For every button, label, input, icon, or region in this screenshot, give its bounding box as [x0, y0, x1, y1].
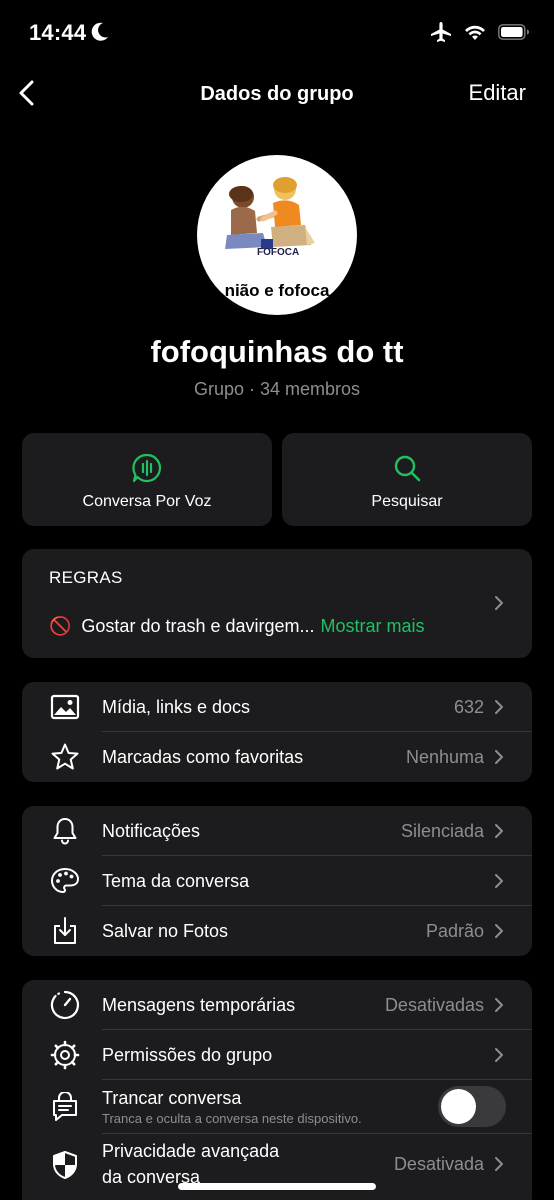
battery-icon: [498, 24, 529, 40]
row-label: Salvar no Fotos: [102, 921, 229, 941]
row-value: Silenciada: [400, 821, 484, 841]
row-label: Mensagens temporárias: [102, 995, 296, 1015]
row-notifications[interactable]: Notificações Silenciada: [22, 806, 532, 856]
wifi-icon: [465, 25, 485, 40]
row-value: 632: [453, 697, 484, 717]
lock-chat-toggle[interactable]: [438, 1086, 506, 1127]
chevron-right-icon: [495, 1157, 503, 1171]
row-starred[interactable]: Marcadas como favoritas Nenhuma: [22, 732, 532, 782]
row-media-links-docs[interactable]: Mídia, links e docs 632: [22, 682, 532, 732]
gear-icon: [50, 1040, 80, 1070]
privacy-section: Mensagens temporárias Desativadas Permis…: [22, 980, 532, 1200]
row-label-line1: Privacidade avançada: [102, 1141, 280, 1161]
star-icon: [51, 743, 79, 770]
row-label: Marcadas como favoritas: [102, 747, 304, 767]
row-lock-chat: Trancar conversa Tranca e oculta a conve…: [22, 1080, 532, 1134]
group-avatar[interactable]: FOFOCA nião e fofoca: [197, 155, 357, 315]
status-time: 14:44: [29, 20, 87, 45]
image-icon: [50, 694, 80, 720]
show-more-link[interactable]: Mostrar mais: [321, 616, 425, 637]
row-value: Nenhuma: [405, 747, 484, 767]
chevron-right-icon: [495, 750, 503, 764]
toggle-knob: [441, 1089, 476, 1124]
edit-button[interactable]: Editar: [469, 80, 526, 106]
rules-text: Gostar do trash e davirgem...: [81, 616, 315, 636]
row-chat-theme[interactable]: Tema da conversa: [22, 856, 532, 906]
search-button[interactable]: Pesquisar: [282, 433, 532, 526]
row-save-to-photos[interactable]: Salvar no Fotos Padrão: [22, 906, 532, 956]
chevron-right-icon: [495, 824, 503, 838]
rules-card[interactable]: REGRAS 🚫 Gostar do trash e davirgem... M…: [22, 549, 532, 658]
status-bar: 14:44: [0, 0, 554, 66]
chevron-right-icon: [495, 998, 503, 1012]
bell-icon: [53, 818, 77, 845]
palette-icon: [50, 867, 80, 894]
rules-line: 🚫 Gostar do trash e davirgem... Mostrar …: [49, 616, 425, 637]
avatar-caption: nião e fofoca: [224, 281, 330, 300]
timer-icon: [50, 990, 80, 1020]
voice-chat-button[interactable]: Conversa Por Voz: [22, 433, 272, 526]
row-label: Mídia, links e docs: [102, 697, 251, 717]
chevron-right-icon: [495, 924, 503, 938]
row-label: Notificações: [102, 821, 201, 841]
home-indicator[interactable]: [178, 1183, 376, 1190]
row-sublabel: Tranca e oculta a conversa neste disposi…: [102, 1111, 362, 1126]
chevron-right-icon: [495, 596, 503, 610]
lock-chat-icon: [53, 1092, 77, 1121]
media-section: Mídia, links e docs 632 Marcadas como fa…: [22, 682, 532, 782]
avatar-text-small: FOFOCA: [257, 247, 300, 258]
settings-section: Notificações Silenciada Tema da conversa…: [22, 806, 532, 956]
shield-icon: [53, 1151, 77, 1179]
row-value: Desativada: [393, 1154, 484, 1174]
group-name: fofoquinhas do tt: [150, 334, 404, 369]
download-icon: [54, 917, 76, 944]
moon-icon: [91, 22, 108, 41]
row-label: Trancar conversa: [102, 1088, 242, 1108]
voice-chat-icon: [132, 453, 161, 483]
airplane-icon: [431, 22, 451, 42]
chevron-right-icon: [495, 874, 503, 888]
prohibited-icon: 🚫: [49, 616, 72, 636]
status-icons: [430, 21, 530, 43]
row-label: Tema da conversa: [102, 871, 250, 891]
divider: [102, 1133, 532, 1134]
row-value: Desativadas: [384, 995, 484, 1015]
row-label: Permissões do grupo: [102, 1045, 273, 1065]
search-icon: [394, 455, 421, 482]
chevron-right-icon: [495, 700, 503, 714]
voice-chat-label: Conversa Por Voz: [82, 493, 212, 510]
row-disappearing-messages[interactable]: Mensagens temporárias Desativadas: [22, 980, 532, 1030]
search-label: Pesquisar: [371, 493, 443, 510]
nav-bar: Dados do grupo Editar: [0, 66, 554, 122]
row-value: Padrão: [425, 921, 484, 941]
row-group-permissions[interactable]: Permissões do grupo: [22, 1030, 532, 1080]
chevron-right-icon: [495, 1048, 503, 1062]
group-subtitle: Grupo · 34 membros: [193, 379, 361, 399]
rules-title: REGRAS: [49, 568, 123, 587]
